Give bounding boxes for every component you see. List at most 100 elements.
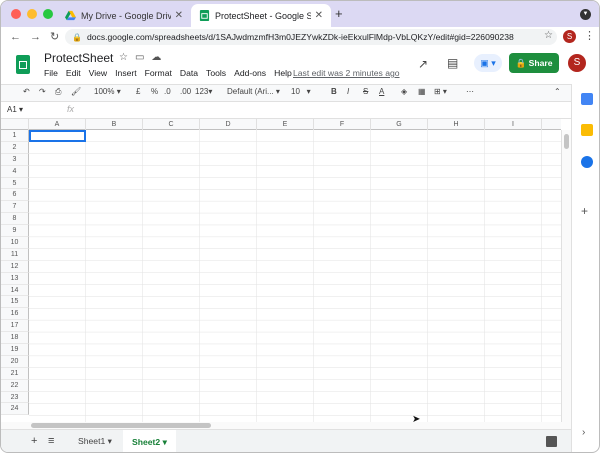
tab-google-drive[interactable]: My Drive - Google Drive ✕: [57, 4, 191, 27]
activity-trend-icon[interactable]: ↗: [418, 57, 428, 71]
decrease-decimal-button[interactable]: .0: [164, 87, 171, 96]
row-header[interactable]: 2: [1, 141, 29, 154]
menu-edit[interactable]: Edit: [66, 68, 81, 78]
tab-protectsheet[interactable]: ProtectSheet - Google Sheets ✕: [191, 4, 331, 27]
cell-area[interactable]: [29, 130, 564, 422]
row-header[interactable]: 10: [1, 237, 29, 249]
row-header[interactable]: 11: [1, 248, 29, 261]
close-tab-icon[interactable]: ✕: [175, 10, 183, 21]
horizontal-scroll-thumb[interactable]: [31, 423, 211, 428]
explore-icon[interactable]: [546, 436, 557, 447]
column-header[interactable]: H: [428, 119, 485, 130]
minimize-window-button[interactable]: [27, 9, 37, 19]
menu-insert[interactable]: Insert: [115, 68, 137, 78]
column-header[interactable]: A: [29, 119, 86, 130]
row-header[interactable]: 7: [1, 201, 29, 214]
collapse-menu-icon[interactable]: ⌃: [554, 87, 561, 96]
row-header[interactable]: 13: [1, 272, 29, 285]
row-header[interactable]: 1: [1, 130, 29, 142]
more-formats-select[interactable]: 123▾: [195, 87, 212, 96]
tab-search-icon[interactable]: ▼: [580, 9, 591, 20]
redo-icon[interactable]: ↷: [39, 87, 46, 96]
zoom-select[interactable]: 100% ▾: [94, 87, 121, 96]
row-header[interactable]: 3: [1, 153, 29, 166]
row-header[interactable]: 5: [1, 177, 29, 190]
menu-file[interactable]: File: [44, 68, 58, 78]
row-header[interactable]: 16: [1, 308, 29, 321]
sheets-logo-icon[interactable]: [16, 55, 30, 74]
tasks-icon[interactable]: [581, 156, 593, 168]
last-edit-link[interactable]: Last edit was 2 minutes ago: [293, 68, 400, 78]
selected-cell-a1[interactable]: [29, 130, 86, 142]
row-header[interactable]: 14: [1, 284, 29, 297]
column-header[interactable]: F: [314, 119, 371, 130]
fill-color-icon[interactable]: ◈: [401, 87, 407, 96]
star-icon[interactable]: ☆: [119, 52, 128, 63]
row-header[interactable]: 21: [1, 367, 29, 380]
column-header[interactable]: C: [143, 119, 200, 130]
menu-view[interactable]: View: [89, 68, 107, 78]
new-tab-icon[interactable]: +: [335, 6, 343, 21]
vertical-scrollbar[interactable]: [561, 130, 571, 422]
row-header[interactable]: 12: [1, 260, 29, 273]
menu-tools[interactable]: Tools: [206, 68, 226, 78]
menu-help[interactable]: Help: [274, 68, 292, 78]
menu-format[interactable]: Format: [145, 68, 172, 78]
increase-decimal-button[interactable]: .00: [180, 87, 191, 96]
get-addons-icon[interactable]: +: [581, 204, 588, 218]
bold-button[interactable]: B: [331, 87, 337, 96]
more-options-icon[interactable]: ⋯: [466, 87, 474, 96]
font-select[interactable]: Default (Ari... ▾: [227, 87, 280, 96]
vertical-scroll-thumb[interactable]: [564, 134, 569, 149]
column-header[interactable]: I: [485, 119, 542, 130]
sheet-tab-sheet1[interactable]: Sheet1 ▾: [78, 436, 112, 447]
zoom-window-button[interactable]: [43, 9, 53, 19]
cloud-status-icon[interactable]: ☁: [151, 52, 161, 63]
document-title[interactable]: ProtectSheet: [44, 51, 113, 65]
select-all-corner[interactable]: [1, 119, 29, 130]
row-header[interactable]: 6: [1, 189, 29, 202]
borders-icon[interactable]: ▦: [418, 87, 426, 96]
column-header[interactable]: E: [257, 119, 314, 130]
all-sheets-icon[interactable]: ≡: [48, 435, 54, 447]
row-header[interactable]: 22: [1, 379, 29, 392]
meet-present-icon[interactable]: ▣ ▾: [474, 54, 502, 72]
hide-side-panel-icon[interactable]: ›: [582, 427, 585, 438]
strikethrough-button[interactable]: S: [363, 87, 368, 96]
account-avatar[interactable]: S: [568, 54, 586, 72]
add-sheet-icon[interactable]: +: [31, 435, 37, 447]
horizontal-scrollbar[interactable]: [1, 422, 571, 429]
close-window-button[interactable]: [11, 9, 21, 19]
row-header[interactable]: 4: [1, 165, 29, 178]
sheet-tab-sheet2[interactable]: Sheet2 ▾: [123, 430, 176, 452]
row-header[interactable]: 8: [1, 213, 29, 226]
back-icon[interactable]: ←: [10, 31, 21, 43]
calendar-icon[interactable]: [581, 93, 593, 105]
paint-format-icon[interactable]: 🖌: [71, 87, 81, 96]
name-box[interactable]: A1 ▾: [7, 105, 23, 114]
undo-icon[interactable]: ↶: [23, 87, 30, 96]
column-header[interactable]: B: [86, 119, 143, 130]
merge-cells-icon[interactable]: ⊞ ▾: [434, 87, 447, 96]
column-header[interactable]: D: [200, 119, 257, 130]
row-header[interactable]: 17: [1, 320, 29, 333]
menu-data[interactable]: Data: [180, 68, 198, 78]
comment-icon[interactable]: ▤: [447, 56, 458, 70]
italic-button[interactable]: I: [347, 87, 349, 96]
close-tab-icon[interactable]: ✕: [315, 10, 323, 21]
column-header[interactable]: G: [371, 119, 428, 130]
forward-icon[interactable]: →: [30, 31, 41, 43]
move-folder-icon[interactable]: ▭: [135, 52, 144, 63]
reload-icon[interactable]: ↻: [50, 30, 59, 43]
row-header[interactable]: 24: [1, 403, 29, 416]
font-size-select[interactable]: 10 ▾: [291, 87, 311, 96]
print-icon[interactable]: ⎙: [55, 87, 61, 97]
browser-profile-avatar[interactable]: S: [563, 30, 576, 43]
text-color-button[interactable]: A: [379, 87, 384, 96]
row-header[interactable]: 9: [1, 225, 29, 238]
share-button[interactable]: 🔒 Share: [509, 53, 559, 73]
browser-menu-icon[interactable]: ⋮: [584, 29, 595, 42]
row-header[interactable]: 15: [1, 296, 29, 309]
row-header[interactable]: 18: [1, 332, 29, 345]
keep-icon[interactable]: [581, 124, 593, 136]
